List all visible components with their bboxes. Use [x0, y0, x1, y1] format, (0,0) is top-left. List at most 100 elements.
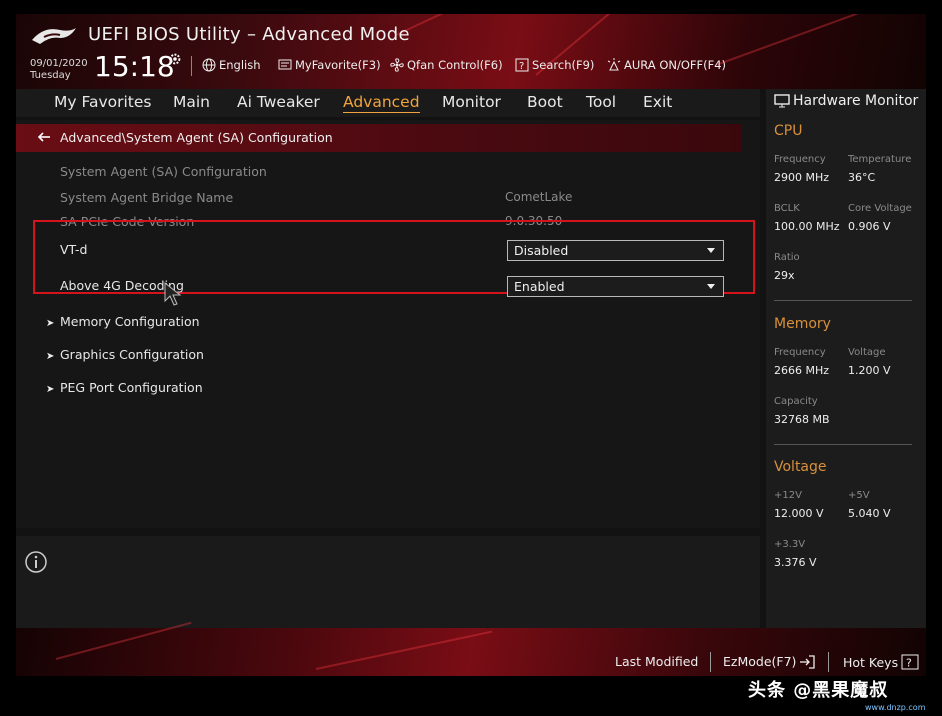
language-button[interactable]: English	[202, 58, 261, 72]
ezmode-label: EzMode(F7)	[723, 654, 797, 669]
fan-icon	[390, 58, 404, 72]
tab-advanced[interactable]: Advanced	[343, 93, 420, 113]
submenu-label: Graphics Configuration	[60, 347, 204, 362]
section-title: System Agent (SA) Configuration	[60, 164, 267, 179]
hardware-monitor-panel: Hardware Monitor CPU Frequency Temperatu…	[766, 89, 926, 629]
hot-keys-label: Hot Keys	[843, 654, 899, 670]
favorite-screen-icon	[278, 59, 292, 70]
help-info-panel	[16, 536, 760, 628]
cpu-temperature-label: Temperature	[848, 154, 912, 165]
chevron-down-icon	[707, 248, 715, 253]
v12-label: +12V	[774, 490, 802, 501]
footer-divider	[828, 652, 829, 672]
language-label: English	[219, 58, 261, 72]
back-arrow-icon[interactable]	[36, 129, 52, 145]
core-voltage-label: Core Voltage	[848, 203, 912, 214]
memory-frequency-label: Frequency	[774, 347, 826, 358]
bios-window: UEFI BIOS Utility – Advanced Mode 09/01/…	[16, 14, 926, 676]
cpu-frequency-label: Frequency	[774, 154, 826, 165]
search-label: Search(F9)	[532, 58, 595, 72]
aura-toggle-button[interactable]: AURA ON/OFF(F4)	[607, 58, 726, 72]
main-tab-bar: My Favorites Main Ai Tweaker Advanced Mo…	[16, 89, 760, 117]
gear-icon[interactable]	[168, 52, 182, 66]
help-question-icon: ?	[901, 654, 919, 670]
app-title: UEFI BIOS Utility – Advanced Mode	[88, 24, 410, 45]
exit-arrow-icon	[800, 654, 816, 669]
vtd-select[interactable]: Disabled	[507, 240, 724, 261]
bridge-name-label: System Agent Bridge Name	[60, 190, 234, 205]
last-modified-button[interactable]: Last Modified	[615, 654, 698, 669]
tab-monitor[interactable]: Monitor	[442, 93, 501, 111]
footer-bar: Last Modified EzMode(F7) Hot Keys ?	[16, 621, 926, 676]
core-voltage-value: 0.906 V	[848, 220, 891, 233]
header-bar: UEFI BIOS Utility – Advanced Mode 09/01/…	[16, 14, 926, 89]
watermark-site: www.dnzp.com	[865, 703, 926, 712]
arrow-right-icon: ➤	[46, 384, 55, 395]
memory-voltage-value: 1.200 V	[848, 364, 891, 377]
tab-tool[interactable]: Tool	[586, 93, 616, 111]
arrow-right-icon: ➤	[46, 351, 55, 362]
myfavorite-button[interactable]: MyFavorite(F3)	[278, 58, 381, 72]
date-display: 09/01/2020 Tuesday	[30, 58, 88, 82]
watermark-text: 头条 @黑果魔叔	[748, 680, 889, 701]
mouse-cursor-icon	[164, 282, 182, 306]
ezmode-button[interactable]: EzMode(F7)	[723, 654, 816, 669]
day-text: Tuesday	[30, 70, 71, 81]
memory-heading: Memory	[774, 316, 831, 332]
v33-label: +3.3V	[774, 539, 806, 550]
breadcrumb: Advanced\System Agent (SA) Configuration	[60, 130, 333, 145]
tab-my-favorites[interactable]: My Favorites	[54, 93, 152, 111]
info-icon	[25, 551, 47, 573]
chevron-down-icon	[707, 284, 715, 289]
hardware-monitor-label: Hardware Monitor	[793, 93, 919, 109]
cpu-frequency-value: 2900 MHz	[774, 171, 830, 184]
settings-panel: Advanced\System Agent (SA) Configuration…	[16, 120, 760, 528]
globe-icon	[202, 58, 216, 72]
capacity-label: Capacity	[774, 396, 818, 407]
above-4g-decoding-value: Enabled	[514, 279, 565, 294]
breadcrumb-bar: Advanced\System Agent (SA) Configuration	[16, 124, 742, 152]
ratio-value: 29x	[774, 269, 795, 282]
submenu-label: Memory Configuration	[60, 314, 200, 329]
bridge-name-value: CometLake	[505, 190, 573, 204]
clock-display: 15:18	[94, 50, 175, 83]
vtd-label: VT-d	[60, 242, 88, 257]
tab-ai-tweaker[interactable]: Ai Tweaker	[237, 93, 320, 111]
svg-text:?: ?	[906, 657, 912, 670]
submenu-label: PEG Port Configuration	[60, 380, 203, 395]
peg-port-configuration-item[interactable]: ➤ PEG Port Configuration	[46, 380, 203, 395]
tab-main[interactable]: Main	[173, 93, 210, 111]
section-divider	[774, 300, 912, 301]
rog-logo-icon	[32, 28, 76, 44]
search-button[interactable]: ? Search(F9)	[515, 58, 594, 72]
cpu-temperature-value: 36°C	[848, 171, 876, 184]
memory-voltage-label: Voltage	[848, 347, 886, 358]
tab-exit[interactable]: Exit	[643, 93, 672, 111]
aura-light-icon	[607, 58, 621, 71]
myfavorite-label: MyFavorite(F3)	[295, 58, 381, 72]
graphics-configuration-item[interactable]: ➤ Graphics Configuration	[46, 347, 204, 362]
date-text: 09/01/2020	[30, 58, 88, 69]
header-divider	[191, 56, 192, 76]
aura-label: AURA ON/OFF(F4)	[624, 58, 727, 72]
v5-value: 5.040 V	[848, 507, 891, 520]
footer-divider	[710, 652, 711, 672]
arrow-right-icon: ➤	[46, 318, 55, 329]
search-help-icon: ?	[515, 58, 529, 72]
hot-keys-button[interactable]: Hot Keys ?	[843, 654, 919, 670]
ratio-label: Ratio	[774, 252, 800, 263]
tab-boot[interactable]: Boot	[527, 93, 563, 111]
voltage-heading: Voltage	[774, 459, 827, 475]
cpu-heading: CPU	[774, 123, 803, 139]
memory-configuration-item[interactable]: ➤ Memory Configuration	[46, 314, 200, 329]
qfan-label: Qfan Control(F6)	[407, 58, 503, 72]
above-4g-decoding-select[interactable]: Enabled	[507, 276, 724, 297]
capacity-value: 32768 MB	[774, 413, 830, 426]
monitor-icon	[774, 94, 790, 108]
v5-label: +5V	[848, 490, 870, 501]
svg-text:?: ?	[519, 61, 524, 72]
section-divider	[774, 444, 912, 445]
bclk-value: 100.00 MHz	[774, 220, 840, 233]
vtd-value: Disabled	[514, 243, 569, 258]
qfan-control-button[interactable]: Qfan Control(F6)	[390, 58, 503, 72]
